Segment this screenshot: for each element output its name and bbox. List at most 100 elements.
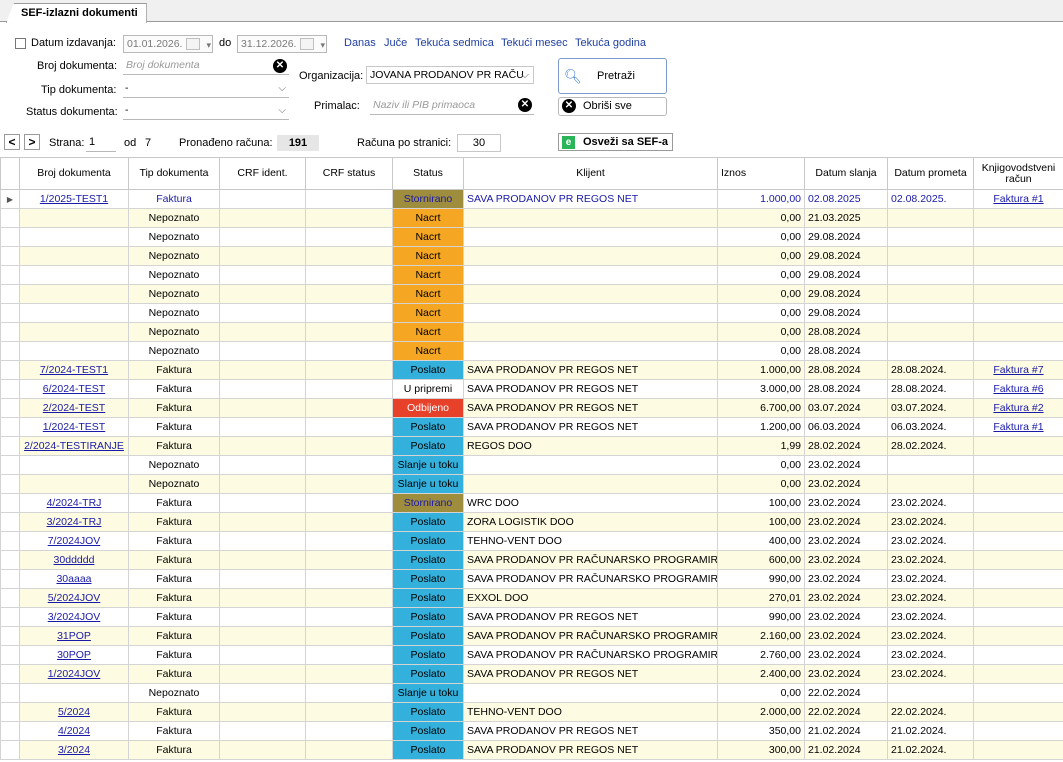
cell-account[interactable]: Faktura #1 [973,189,1063,209]
table-row[interactable]: 30ddddd Faktura Poslato SAVA PRODANOV PR RA… [0,550,1063,570]
table-row[interactable]: 7/2024JOV Faktura Poslato TEHNO-VENT DOO 400… [0,531,1063,551]
page-input[interactable]: 1 [86,134,116,152]
cell-doc-number[interactable] [19,455,129,475]
cell-account[interactable] [973,645,1063,665]
cell-account[interactable] [973,588,1063,608]
cell-account[interactable] [973,474,1063,494]
cell-doc-number[interactable] [19,474,129,494]
quick-link-danas[interactable]: Danas [344,37,376,49]
cell-account[interactable] [973,626,1063,646]
cell-account[interactable] [973,512,1063,532]
table-row[interactable]: 1/2024JOV Faktura Poslato SAVA PRODANOV PR … [0,664,1063,684]
cell-doc-number[interactable]: 4/2024-TRJ [19,493,129,513]
table-row[interactable]: 30POP Faktura Poslato SAVA PRODANOV PR RAČU… [0,645,1063,665]
cell-account[interactable] [973,664,1063,684]
cell-account[interactable] [973,284,1063,304]
prev-page-icon[interactable]: < [4,134,20,150]
col-header-knjigovodstveni[interactable]: Knjigovodstveni račun [973,157,1063,190]
date-from-field[interactable]: 01.01.2026. [123,35,213,53]
cell-account[interactable]: Faktura #7 [973,360,1063,380]
table-row[interactable]: Nepoznato Nacrt 0,00 29.08.2024 [0,265,1063,285]
col-header-datum-prometa[interactable]: Datum prometa [887,157,974,190]
cell-account[interactable] [973,607,1063,627]
col-header-broj[interactable]: Broj dokumenta [19,157,129,190]
cell-account[interactable] [973,569,1063,589]
refresh-sef-button[interactable]: e Osveži sa SEF-a [558,133,673,151]
table-row[interactable]: 7/2024-TEST1 Faktura Poslato SAVA PRODANOV … [0,360,1063,380]
date-checkbox[interactable] [15,38,26,49]
clear-recipient-icon[interactable]: ✕ [518,98,532,112]
cell-account[interactable] [973,455,1063,475]
quick-link-tekuca-sedmica[interactable]: Tekuća sedmica [415,37,494,49]
cell-account[interactable] [973,227,1063,247]
clear-all-button[interactable]: ✕ Obriši sve [558,97,667,116]
cell-doc-number[interactable]: 1/2025-TEST1 [19,189,129,209]
cell-account[interactable] [973,740,1063,760]
table-row[interactable]: Nepoznato Nacrt 0,00 29.08.2024 [0,284,1063,304]
cell-account[interactable]: Faktura #6 [973,379,1063,399]
cell-account[interactable] [973,303,1063,323]
next-page-icon[interactable]: > [24,134,40,150]
table-row[interactable]: 4/2024 Faktura Poslato SAVA PRODANOV PR REG… [0,721,1063,741]
table-row[interactable]: 31POP Faktura Poslato SAVA PRODANOV PR RAČU… [0,626,1063,646]
cell-account[interactable] [973,550,1063,570]
table-row[interactable]: 4/2024-TRJ Faktura Stornirano WRC DOO 100,00… [0,493,1063,513]
cell-account[interactable] [973,265,1063,285]
cell-doc-number[interactable]: 7/2024JOV [19,531,129,551]
quick-link-juce[interactable]: Juče [384,37,407,49]
col-header-crf-status[interactable]: CRF status [305,157,393,190]
table-row[interactable]: Nepoznato Slanje u toku 0,00 23.02.2024 [0,474,1063,494]
cell-doc-number[interactable]: 3/2024JOV [19,607,129,627]
recipient-input[interactable]: Naziv ili PIB primaoca [370,97,534,115]
table-row[interactable]: 2/2024-TEST Faktura Odbijeno SAVA PRODANOV … [0,398,1063,418]
clear-doc-number-icon[interactable]: ✕ [273,59,287,73]
table-row[interactable]: Nepoznato Nacrt 0,00 28.08.2024 [0,322,1063,342]
cell-doc-number[interactable]: 1/2024-TEST [19,417,129,437]
cell-doc-number[interactable] [19,208,129,228]
doc-type-select[interactable]: - ⌵ [123,80,289,98]
calendar-icon[interactable] [186,37,211,52]
col-header-iznos[interactable]: Iznos [717,157,805,190]
doc-status-select[interactable]: - ⌵ [123,102,289,120]
cell-doc-number[interactable]: 2/2024-TEST [19,398,129,418]
cell-doc-number[interactable] [19,227,129,247]
date-to-field[interactable]: 31.12.2026. [237,35,327,53]
cell-account[interactable] [973,436,1063,456]
table-row[interactable]: 5/2024JOV Faktura Poslato EXXOL DOO 270,01 23… [0,588,1063,608]
doc-number-input[interactable]: Broj dokumenta [123,57,289,75]
calendar-icon[interactable] [300,37,325,52]
organization-select[interactable]: JOVANA PRODANOV PR RAČU ⌵ [366,66,534,84]
cell-account[interactable]: Faktura #1 [973,417,1063,437]
cell-doc-number[interactable] [19,683,129,703]
cell-doc-number[interactable] [19,246,129,266]
col-header-datum-slanja[interactable]: Datum slanja [804,157,888,190]
cell-doc-number[interactable]: 6/2024-TEST [19,379,129,399]
per-page-input[interactable]: 30 [457,134,501,152]
cell-doc-number[interactable]: 30ddddd [19,550,129,570]
cell-account[interactable] [973,531,1063,551]
table-row[interactable]: Nepoznato Nacrt 0,00 21.03.2025 [0,208,1063,228]
table-row[interactable]: 5/2024 Faktura Poslato TEHNO-VENT DOO 2.000,… [0,702,1063,722]
cell-doc-number[interactable]: 4/2024 [19,721,129,741]
table-row[interactable]: Nepoznato Slanje u toku 0,00 23.02.2024 [0,455,1063,475]
table-row[interactable]: 1/2024-TEST Faktura Poslato SAVA PRODANOV P… [0,417,1063,437]
quick-link-tekuca-godina[interactable]: Tekuća godina [575,37,646,49]
table-row[interactable]: Nepoznato Slanje u toku 0,00 22.02.2024 [0,683,1063,703]
cell-doc-number[interactable]: 5/2024 [19,702,129,722]
table-row[interactable]: 2/2024-TESTIRANJE Faktura Poslato REGOS DOO… [0,436,1063,456]
cell-account[interactable] [973,246,1063,266]
table-row[interactable]: Nepoznato Nacrt 0,00 29.08.2024 [0,227,1063,247]
cell-account[interactable] [973,683,1063,703]
col-header-klijent[interactable]: Klijent [463,157,718,190]
table-row[interactable]: ▶ 1/2025-TEST1 Faktura Stornirano SAVA PRODA… [0,189,1063,209]
cell-account[interactable] [973,702,1063,722]
cell-doc-number[interactable] [19,303,129,323]
cell-doc-number[interactable]: 31POP [19,626,129,646]
cell-doc-number[interactable]: 1/2024JOV [19,664,129,684]
table-row[interactable]: 3/2024-TRJ Faktura Poslato ZORA LOGISTIK DO… [0,512,1063,532]
search-button[interactable]: 🔍︎ Pretraži [558,58,667,94]
cell-doc-number[interactable]: 5/2024JOV [19,588,129,608]
cell-doc-number[interactable]: 3/2024 [19,740,129,760]
table-row[interactable]: 30aaaa Faktura Poslato SAVA PRODANOV PR RAČ… [0,569,1063,589]
table-row[interactable]: 3/2024 Faktura Poslato SAVA PRODANOV PR REG… [0,740,1063,760]
